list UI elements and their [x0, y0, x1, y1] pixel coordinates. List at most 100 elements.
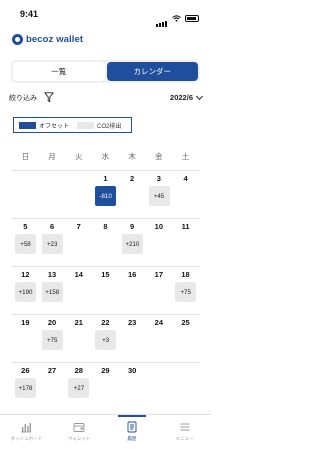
co2-value-badge[interactable]: +75	[41, 330, 63, 350]
calendar-week-row: 19 20 +75 21 22 +3 23 24 25	[12, 314, 199, 356]
day-number: 1	[103, 174, 108, 183]
day-number: 2	[130, 174, 135, 183]
day-number: 14	[74, 270, 83, 279]
co2-value-badge[interactable]: +75	[175, 282, 197, 302]
signal-icon	[156, 9, 168, 27]
day-number: 25	[181, 318, 190, 327]
calendar-day-cell[interactable]: 19	[12, 315, 39, 356]
calendar-day-cell[interactable]: 20 +75	[39, 315, 66, 356]
co2-value-badge[interactable]: +158	[41, 282, 63, 302]
calendar-day-cell[interactable]: 15	[92, 267, 119, 308]
calendar-day-cell[interactable]: 9 +210	[119, 219, 146, 260]
calendar-day-cell[interactable]: 12 +190	[12, 267, 39, 308]
month-select[interactable]: 2022/6	[170, 92, 204, 102]
calendar-day-cell[interactable]: 8	[92, 219, 119, 260]
calendar-day-cell[interactable]: 7	[65, 219, 92, 260]
status-time: 9:41	[20, 9, 39, 19]
calendar-day-cell[interactable]: 26 +178	[12, 363, 39, 404]
nav-label: 履歴	[127, 436, 137, 441]
day-number: 21	[74, 318, 83, 327]
day-number: 26	[21, 366, 30, 375]
calendar-day-cell[interactable]: 3 +45	[146, 171, 173, 212]
day-number: 28	[74, 366, 83, 375]
calendar-empty-cell	[172, 363, 199, 404]
nav-menu[interactable]: メニュー	[158, 415, 211, 450]
calendar-day-cell[interactable]: 18 +75	[172, 267, 199, 308]
calendar-day-cell[interactable]: 25	[172, 315, 199, 356]
nav-label: ウォレット	[67, 436, 91, 441]
month-value: 2022/6	[170, 93, 193, 102]
legend-swatch-offset	[19, 121, 36, 129]
co2-value-badge[interactable]: +27	[68, 378, 90, 398]
calendar-day-cell[interactable]: 24	[146, 315, 173, 356]
weekday-label: 土	[181, 152, 190, 161]
filter-icon[interactable]	[44, 92, 54, 103]
calendar-day-cell[interactable]: 10	[146, 219, 173, 260]
day-number: 20	[47, 318, 57, 327]
logo-text: becoz wallet	[26, 33, 84, 45]
chart-icon	[21, 423, 32, 433]
calendar-week-row: 5 +58 6 +23 7 8 9 +210 10 11	[12, 218, 199, 260]
co2-value-badge[interactable]: +45	[148, 186, 170, 206]
nav-dashboard[interactable]: ダッシュボード	[0, 415, 53, 450]
nav-wallet[interactable]: ウォレット	[53, 415, 106, 450]
calendar-day-cell[interactable]: 23	[119, 315, 146, 356]
offset-value-badge[interactable]: -810	[95, 186, 117, 206]
calendar-empty-cell	[39, 171, 66, 212]
calendar-day-cell[interactable]: 4	[172, 171, 199, 212]
calendar-day-cell[interactable]: 1 -810	[92, 171, 119, 212]
calendar-day-cell[interactable]: 17	[146, 267, 173, 308]
menu-icon	[180, 423, 190, 431]
calendar-day-cell[interactable]: 16	[119, 267, 146, 308]
co2-value-badge[interactable]: +210	[121, 234, 143, 254]
nav-label: メニュー	[175, 436, 194, 441]
calendar-day-cell[interactable]: 30	[119, 363, 146, 404]
day-number: 5	[23, 222, 28, 231]
weekday-header: 日 月 火 水 木 金 土	[12, 151, 199, 162]
day-number: 10	[154, 222, 164, 231]
day-number: 18	[181, 270, 190, 279]
co2-value-badge[interactable]: +23	[41, 234, 63, 254]
calendar-week-row: 12 +190 13 +158 14 15 16 17 18 +75	[12, 266, 199, 308]
filter-row: 絞り込み 2022/6	[9, 92, 204, 104]
filter-label[interactable]: 絞り込み	[9, 93, 37, 103]
calendar-day-cell[interactable]: 14	[65, 267, 92, 308]
logo-mark-icon	[12, 33, 23, 45]
day-number: 24	[154, 318, 164, 327]
day-number: 23	[127, 318, 137, 327]
wallet-icon	[73, 423, 85, 432]
battery-icon	[185, 14, 199, 22]
day-number: 9	[130, 222, 135, 231]
calendar-day-cell[interactable]: 21	[65, 315, 92, 356]
day-number: 11	[181, 222, 190, 231]
co2-value-badge[interactable]: +178	[15, 378, 36, 398]
tab-calendar[interactable]: カレンダー	[106, 62, 198, 81]
co2-value-badge[interactable]: +58	[15, 234, 36, 254]
day-number: 17	[154, 270, 164, 279]
view-toggle: 一覧 カレンダー	[11, 60, 200, 83]
calendar-day-cell[interactable]: 5 +58	[12, 219, 39, 260]
day-number: 27	[47, 366, 57, 375]
day-number: 6	[49, 222, 55, 231]
calendar-day-cell[interactable]: 22 +3	[92, 315, 119, 356]
nav-label: ダッシュボード	[10, 436, 43, 441]
day-number: 4	[183, 174, 188, 183]
calendar-day-cell[interactable]: 29	[92, 363, 119, 404]
calendar-day-cell[interactable]: 28 +27	[65, 363, 92, 404]
calendar-empty-cell	[65, 171, 92, 212]
bottom-nav: ダッシュボード ウォレット 履歴 メニュー	[0, 414, 211, 450]
day-number: 8	[103, 222, 108, 231]
wifi-icon	[172, 14, 181, 22]
calendar-day-cell[interactable]: 6 +23	[39, 219, 66, 260]
nav-history[interactable]: 履歴	[106, 415, 159, 450]
calendar-day-cell[interactable]: 13 +158	[39, 267, 66, 308]
calendar-day-cell[interactable]: 2	[119, 171, 146, 212]
tab-list[interactable]: 一覧	[13, 62, 105, 81]
co2-value-badge[interactable]: +190	[15, 282, 36, 302]
co2-value-badge[interactable]: +3	[95, 330, 117, 350]
status-bar: 9:41	[0, 0, 211, 27]
calendar-day-cell[interactable]: 11	[172, 219, 199, 260]
day-number: 7	[76, 222, 81, 231]
calendar-day-cell[interactable]: 27	[39, 363, 66, 404]
day-number: 12	[21, 270, 30, 279]
